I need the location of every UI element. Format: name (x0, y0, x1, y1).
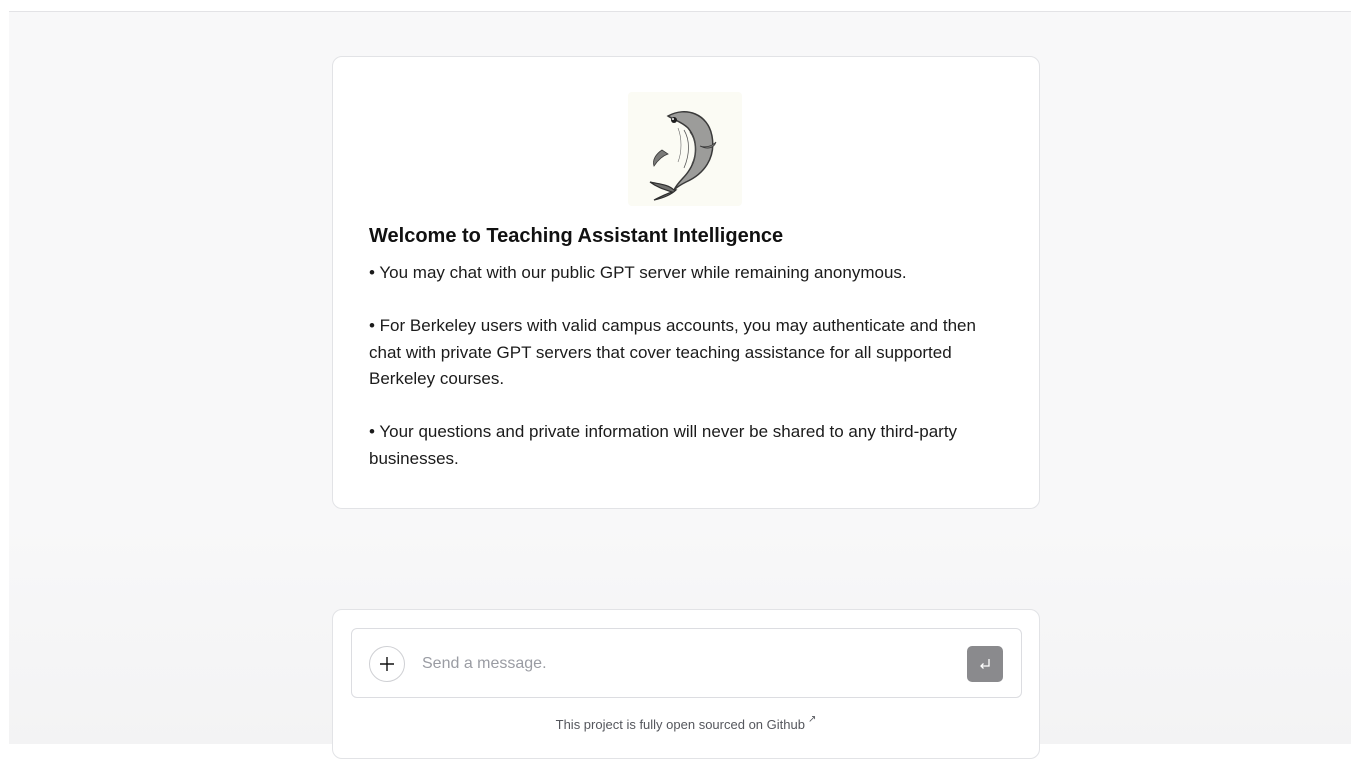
github-link-label: Github (766, 717, 805, 732)
welcome-bullet-list: • You may chat with our public GPT serve… (369, 260, 1005, 472)
plus-icon (380, 657, 394, 671)
welcome-title: Welcome to Teaching Assistant Intelligen… (369, 225, 784, 247)
send-button[interactable] (967, 646, 1003, 682)
welcome-bullet-privacy: • Your questions and private information… (369, 422, 958, 468)
app-root: Welcome to Teaching Assistant Intelligen… (9, 0, 1351, 759)
enter-return-icon (980, 659, 990, 669)
footer-note: This project is fully open sourced on Gi… (333, 714, 1039, 732)
composer-panel: This project is fully open sourced on Gi… (332, 609, 1040, 759)
welcome-bullet-berkeley: • For Berkeley users with valid campus a… (369, 316, 976, 388)
message-input[interactable] (422, 647, 942, 681)
top-bar (9, 0, 1351, 12)
github-link[interactable]: Github ↗ (766, 714, 817, 732)
footer-text: This project is fully open sourced on (555, 717, 767, 732)
attach-button[interactable] (369, 646, 405, 682)
message-input-row (351, 628, 1022, 698)
welcome-bullet-anonymous: • You may chat with our public GPT serve… (369, 263, 907, 282)
welcome-card: Welcome to Teaching Assistant Intelligen… (332, 56, 1040, 509)
external-link-icon: ↗ (807, 714, 817, 725)
koi-fish-logo-icon (628, 92, 742, 206)
